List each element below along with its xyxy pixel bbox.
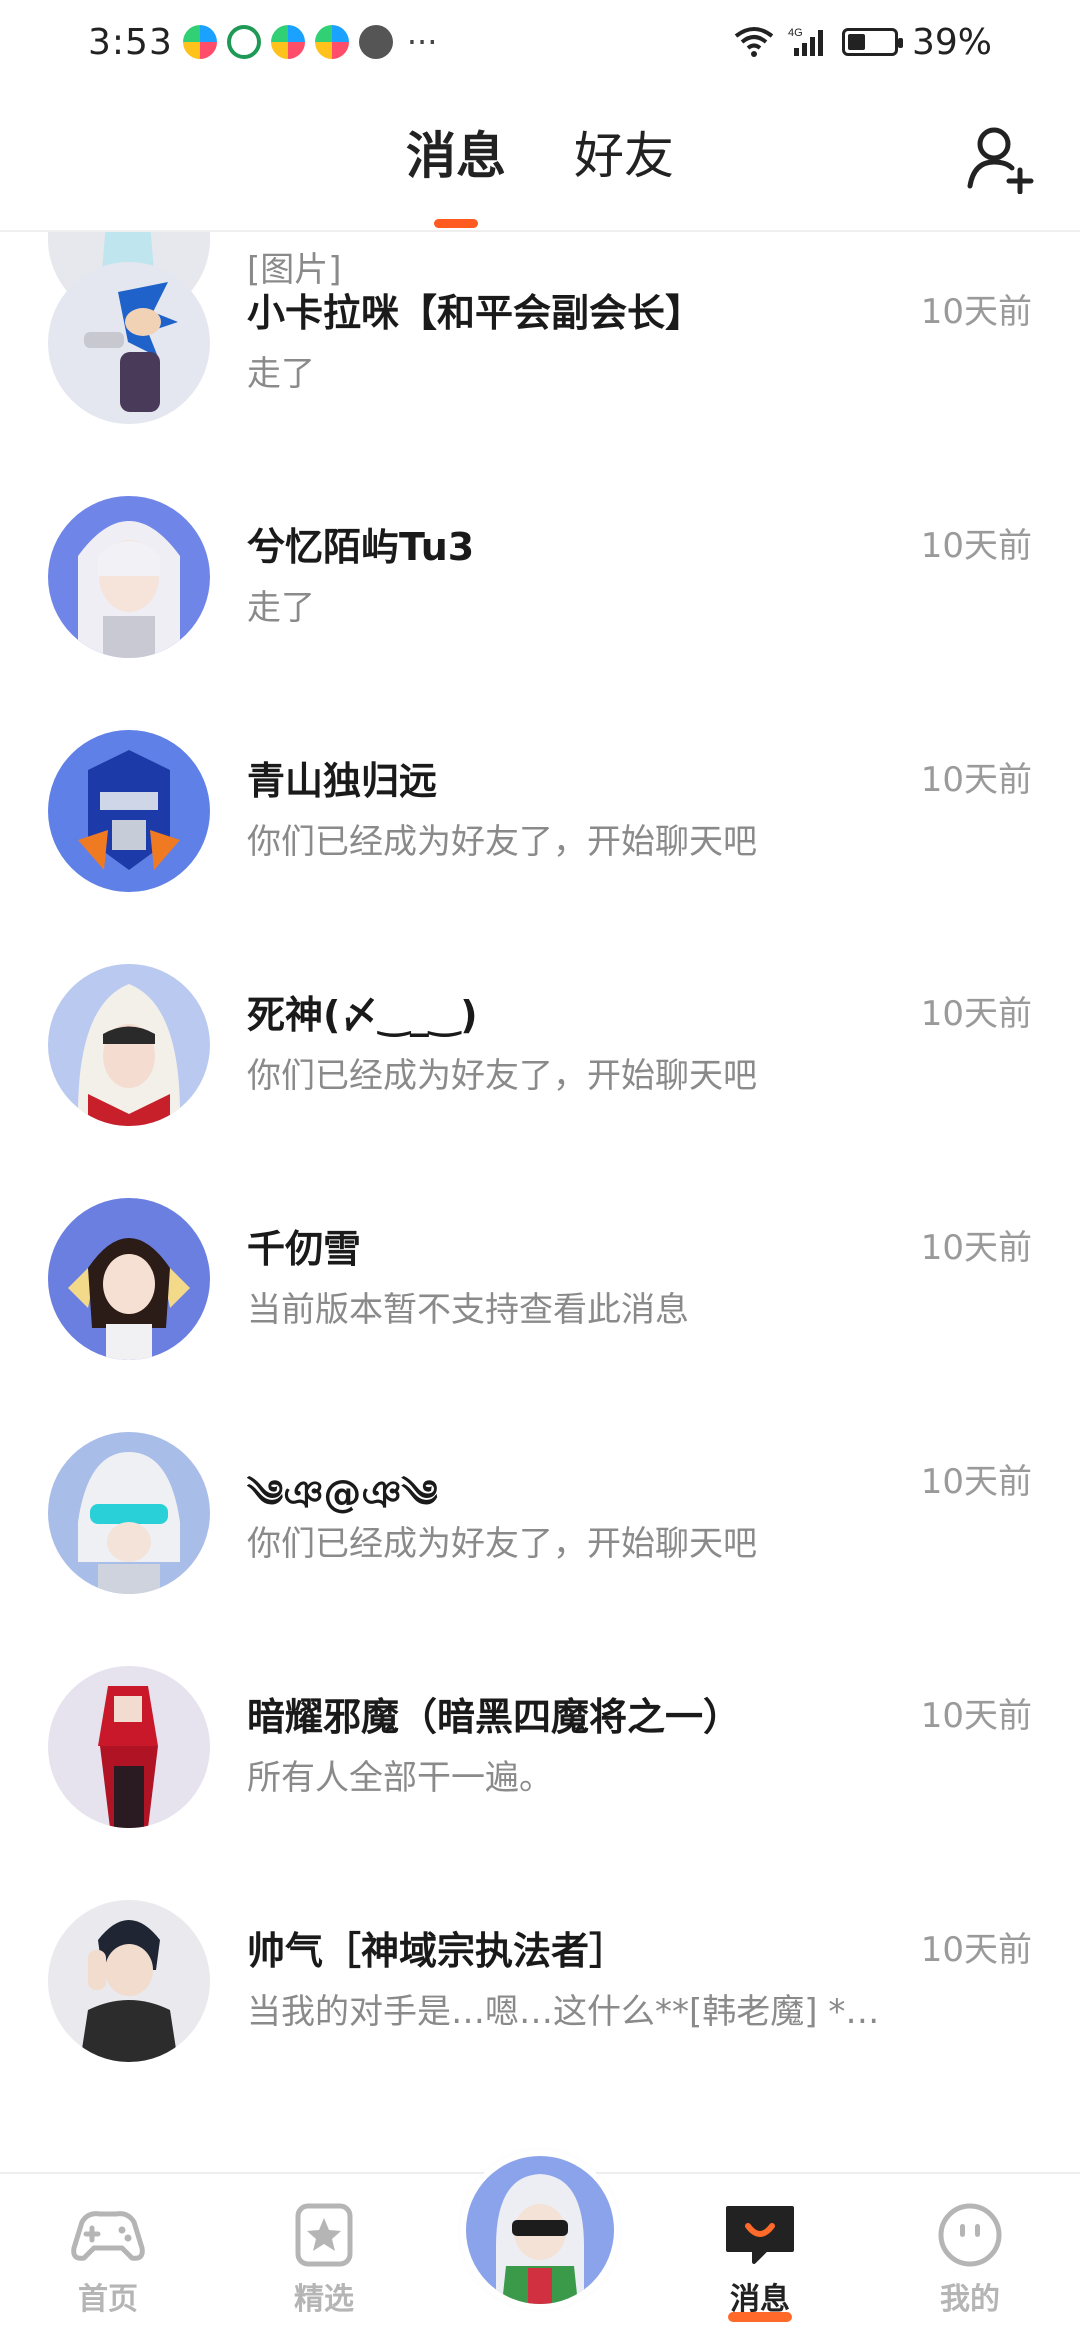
nav-featured[interactable]: 精选 bbox=[244, 2174, 404, 2340]
app-notification-icon bbox=[358, 25, 393, 59]
avatar bbox=[48, 1198, 210, 1360]
list-item[interactable]: 千仞雪 当前版本暂不支持查看此消息 10天前 bbox=[0, 1168, 1080, 1402]
list-item[interactable]: 死神(〆‿_‿) 你们已经成为好友了，开始聊天吧 10天前 bbox=[0, 934, 1080, 1168]
screen: 3:53 ··· 4G 39% 消息 好友 [图片] 小卡拉咪【和平会副会长】 … bbox=[0, 0, 1080, 2340]
contact-name: 帅气［神域宗执法者］ bbox=[247, 1929, 628, 1973]
contact-name: 兮忆陌屿Tu3 bbox=[247, 525, 475, 569]
message-time: 10天前 bbox=[920, 1930, 1032, 1970]
add-user-icon[interactable] bbox=[966, 124, 1036, 194]
status-bar: 3:53 ··· 4G 39% bbox=[0, 0, 1080, 84]
message-list: [图片] 小卡拉咪【和平会副会长】 走了 10天前 兮忆陌屿Tu3 走了 10天… bbox=[0, 232, 1080, 2172]
message-time: 10天前 bbox=[920, 994, 1032, 1034]
star-bookmark-icon bbox=[295, 2203, 353, 2267]
status-right: 4G 39% bbox=[734, 22, 992, 63]
message-time: 10天前 bbox=[920, 760, 1032, 800]
contact-name: 青山独归远 bbox=[247, 759, 438, 803]
contact-name: 死神(〆‿_‿) bbox=[247, 993, 478, 1037]
header-tabs: 消息 好友 bbox=[0, 116, 1080, 188]
tab-friends[interactable]: 好友 bbox=[566, 116, 682, 188]
list-item[interactable]: 兮忆陌屿Tu3 走了 10天前 bbox=[0, 466, 1080, 700]
more-notifications: ··· bbox=[406, 23, 438, 61]
message-preview: 当前版本暂不支持查看此消息 bbox=[247, 1290, 689, 1330]
list-item[interactable]: ༄ঞ@ঞ༄ 你们已经成为好友了，开始聊天吧 10天前 bbox=[0, 1402, 1080, 1636]
message-time: 10天前 bbox=[920, 1462, 1032, 1502]
battery-percent: 39% bbox=[911, 21, 992, 63]
avatar bbox=[48, 1900, 210, 2062]
app-notification-icon bbox=[270, 25, 305, 59]
cellular-signal-icon: 4G bbox=[788, 27, 823, 56]
message-preview: 走了 bbox=[247, 588, 315, 628]
nav-me[interactable]: 我的 bbox=[890, 2174, 1050, 2340]
profile-avatar-button[interactable] bbox=[466, 2156, 614, 2304]
list-item[interactable]: 帅气［神域宗执法者］ 当我的对手是…嗯…这什么**[韩老魔] *… 10天前 bbox=[0, 1870, 1080, 2104]
message-preview: 你们已经成为好友了，开始聊天吧 bbox=[247, 1056, 757, 1096]
list-item[interactable]: 小卡拉咪【和平会副会长】 走了 10天前 bbox=[0, 232, 1080, 466]
avatar bbox=[48, 262, 210, 424]
active-indicator bbox=[728, 2312, 792, 2322]
header: 消息 好友 bbox=[0, 84, 1080, 232]
battery-icon bbox=[841, 28, 903, 56]
nav-messages[interactable]: 消息 bbox=[680, 2174, 840, 2340]
smiley-face-icon bbox=[938, 2203, 1002, 2267]
message-time: 10天前 bbox=[920, 1696, 1032, 1736]
app-notification-icon bbox=[314, 25, 349, 59]
bottom-nav: 首页 精选 消息 我的 bbox=[0, 2156, 1080, 2340]
avatar bbox=[48, 1666, 210, 1828]
message-preview: 你们已经成为好友了，开始聊天吧 bbox=[247, 822, 757, 862]
status-left: 3:53 ··· bbox=[88, 22, 437, 63]
nav-label: 首页 bbox=[78, 2282, 138, 2317]
status-time: 3:53 bbox=[88, 21, 173, 63]
avatar bbox=[48, 730, 210, 892]
network-type: 4G bbox=[788, 27, 803, 39]
avatar bbox=[48, 1432, 210, 1594]
gamepad-icon bbox=[71, 2211, 145, 2261]
nav-label: 精选 bbox=[294, 2282, 354, 2317]
app-notification-icon bbox=[226, 25, 261, 59]
message-time: 10天前 bbox=[920, 1228, 1032, 1268]
avatar bbox=[48, 496, 210, 658]
list-item[interactable]: 暗耀邪魔（暗黑四魔将之一） 所有人全部干一遍。 10天前 bbox=[0, 1636, 1080, 1870]
message-time: 10天前 bbox=[920, 526, 1032, 566]
avatar bbox=[48, 964, 210, 1126]
nav-home[interactable]: 首页 bbox=[28, 2174, 188, 2340]
contact-name: 千仞雪 bbox=[247, 1227, 362, 1271]
message-time: 10天前 bbox=[920, 292, 1032, 332]
nav-label: 我的 bbox=[940, 2282, 1000, 2317]
tab-messages[interactable]: 消息 bbox=[398, 116, 514, 188]
message-preview: 所有人全部干一遍。 bbox=[247, 1758, 553, 1798]
wifi-icon bbox=[734, 27, 774, 57]
contact-name: 暗耀邪魔（暗黑四魔将之一） bbox=[247, 1695, 742, 1739]
list-item[interactable]: 青山独归远 你们已经成为好友了，开始聊天吧 10天前 bbox=[0, 700, 1080, 934]
message-preview: 走了 bbox=[247, 354, 315, 394]
app-notification-icon bbox=[182, 25, 217, 59]
contact-name: 小卡拉咪【和平会副会长】 bbox=[247, 291, 704, 335]
avatar bbox=[466, 2156, 614, 2304]
chat-bubble-icon bbox=[726, 2206, 794, 2264]
message-preview: 你们已经成为好友了，开始聊天吧 bbox=[247, 1524, 757, 1564]
message-preview: 当我的对手是…嗯…这什么**[韩老魔] *… bbox=[247, 1992, 880, 2032]
